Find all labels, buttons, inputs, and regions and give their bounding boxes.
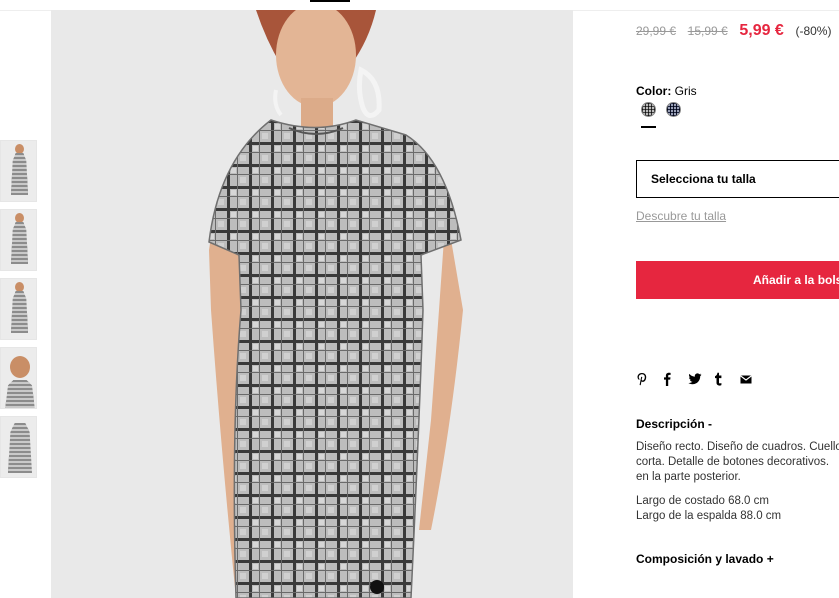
color-label-value: Gris: [674, 84, 697, 98]
color-swatch-navy[interactable]: [666, 102, 681, 117]
thumbnail-4[interactable]: [0, 347, 37, 409]
description-text: Diseño recto. Diseño de cuadros. Cuello …: [636, 440, 839, 485]
description-line: corta. Detalle de botones decorativos.: [636, 456, 830, 468]
previous-price: 15,99 €: [687, 24, 728, 38]
tumblr-icon[interactable]: [714, 371, 740, 387]
pinterest-icon[interactable]: [636, 371, 662, 387]
measurements-text: Largo de costado 68.0 cm Largo de la esp…: [636, 494, 839, 524]
description-toggle[interactable]: Descripción -: [636, 417, 712, 431]
thumbnail-3[interactable]: [0, 278, 37, 340]
price-row: 29,99 € 15,99 € 5,99 € (-80%): [636, 22, 831, 40]
active-tab-indicator: [310, 0, 350, 2]
main-product-image: [51, 10, 573, 598]
thumbnail-5[interactable]: [0, 416, 37, 478]
twitter-icon[interactable]: [688, 371, 714, 387]
description-line: en la parte posterior.: [636, 471, 741, 483]
color-swatch-grey[interactable]: [641, 102, 656, 117]
color-label: Color: Gris: [636, 84, 697, 98]
composition-toggle[interactable]: Composición y lavado +: [636, 552, 774, 566]
discount-badge: (-80%): [795, 24, 832, 38]
measurement-line: Largo de costado 68.0 cm: [636, 495, 769, 507]
thumbnail-strip: [0, 140, 38, 485]
thumbnail-2[interactable]: [0, 209, 37, 271]
color-label-key: Color:: [636, 84, 672, 98]
selected-swatch-indicator: [641, 126, 656, 128]
mail-icon[interactable]: [740, 371, 766, 387]
facebook-icon[interactable]: [662, 371, 688, 387]
share-bar: [636, 371, 766, 387]
size-guide-link[interactable]: Descubre tu talla: [636, 209, 726, 223]
measurement-line: Largo de la espalda 88.0 cm: [636, 510, 782, 522]
sale-price: 5,99 €: [739, 22, 784, 39]
description-body: Diseño recto. Diseño de cuadros. Cuello …: [636, 440, 839, 533]
size-select[interactable]: Selecciona tu talla: [636, 160, 839, 198]
add-to-bag-button[interactable]: Añadir a la bolsa: [636, 261, 839, 299]
thumbnail-1[interactable]: [0, 140, 37, 202]
description-line: Diseño recto. Diseño de cuadros. Cuello: [636, 441, 839, 453]
original-price: 29,99 €: [636, 24, 677, 38]
